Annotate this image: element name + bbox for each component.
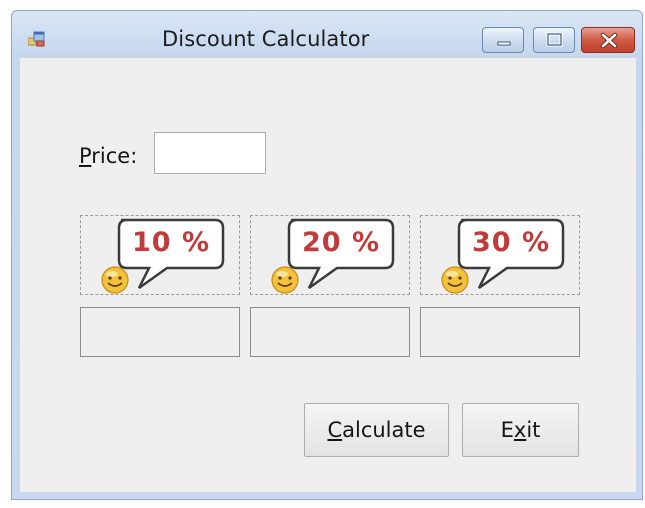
- smiley-icon: [271, 266, 299, 294]
- price-input[interactable]: [154, 132, 266, 174]
- discount-10-result: [80, 307, 240, 357]
- maximize-icon: [546, 32, 563, 47]
- exit-button[interactable]: Ex it: [462, 403, 579, 457]
- form-client-area: Price: 10 % 20 % 30 % C alculate E x it: [20, 57, 636, 492]
- discount-10-label: 10 %: [132, 227, 210, 258]
- close-icon: [600, 32, 618, 49]
- discount-20-picture[interactable]: 20 %: [250, 215, 410, 295]
- calculate-button[interactable]: Calculate: [304, 403, 449, 457]
- discount-30-label: 30 %: [472, 227, 550, 258]
- app-icon[interactable]: [27, 31, 48, 47]
- close-button[interactable]: [581, 27, 635, 53]
- minimize-icon: [497, 41, 511, 46]
- price-label: Price:: [79, 144, 138, 168]
- maximize-button[interactable]: [533, 27, 575, 53]
- discount-30-picture[interactable]: 30 %: [420, 215, 580, 295]
- window-title: Discount Calculator: [162, 27, 370, 51]
- smiley-icon: [101, 266, 129, 294]
- minimize-button[interactable]: [482, 27, 524, 53]
- discount-20-label: 20 %: [302, 227, 380, 258]
- title-bar[interactable]: Discount Calculator: [12, 11, 642, 57]
- smiley-icon: [441, 266, 469, 294]
- app-window: Discount Calculator Price: 10 % 20 % 30 …: [11, 10, 643, 500]
- discount-30-result: [420, 307, 580, 357]
- discount-20-result: [250, 307, 410, 357]
- discount-10-picture[interactable]: 10 %: [80, 215, 240, 295]
